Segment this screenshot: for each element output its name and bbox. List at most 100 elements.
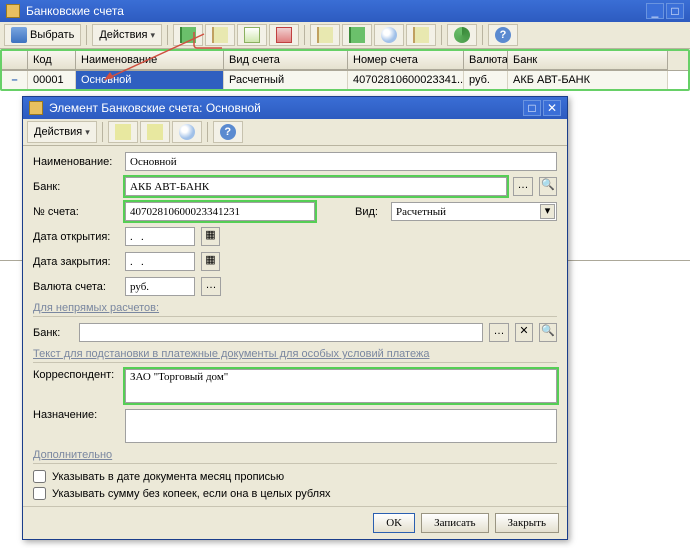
label-bank: Банк: [33, 181, 119, 193]
chk-kop[interactable] [33, 487, 46, 500]
arrow-right-icon [147, 124, 163, 140]
section-addl: Дополнительно [33, 449, 557, 464]
dialog-maximize-button[interactable]: □ [523, 100, 541, 116]
dialog-title: Элемент Банковские счета: Основной [49, 97, 261, 119]
chk-month[interactable] [33, 470, 46, 483]
cell-bank: АКБ АВТ-БАНК [508, 71, 668, 89]
col-marker[interactable] [2, 51, 28, 70]
calendar-icon[interactable]: ▦ [201, 252, 220, 271]
col-acct[interactable]: Номер счета [348, 51, 464, 70]
chk-kop-row[interactable]: Указывать сумму без копеек, если она в ц… [33, 487, 557, 500]
actions-label: Действия [99, 29, 147, 41]
col-code[interactable]: Код [28, 51, 76, 70]
dialog-titlebar: Элемент Банковские счета: Основной □ ✕ [23, 97, 567, 119]
parent-toolbar: Выбрать Действия ▾ ? [0, 22, 690, 49]
add-row-icon [180, 27, 196, 43]
tool-b-button[interactable] [342, 24, 372, 46]
add-group-button[interactable] [205, 24, 235, 46]
dialog-help-button[interactable]: ? [213, 121, 243, 143]
calendar-icon[interactable]: ▦ [201, 227, 220, 246]
cell-val: руб. [464, 71, 508, 89]
actions-dropdown[interactable]: Действия ▾ [92, 24, 162, 46]
help-icon: ? [220, 124, 236, 140]
close-button[interactable]: Закрыть [495, 513, 559, 533]
tool-a-icon [317, 27, 333, 43]
cell-acct: 40702810600023341... [348, 71, 464, 89]
prev-button[interactable] [108, 121, 138, 143]
parent-titlebar: Банковские счета _ □ [0, 0, 690, 22]
col-val[interactable]: Валюта [464, 51, 508, 70]
parent-title: Банковские счета [26, 0, 124, 22]
label-bank2: Банк: [33, 327, 73, 339]
bank-lookup-button[interactable]: … [513, 177, 533, 196]
col-name[interactable]: Наименование [76, 51, 224, 70]
tool-b-icon [349, 27, 365, 43]
col-bank[interactable]: Банк [508, 51, 668, 70]
bank2-input[interactable] [79, 323, 483, 342]
goto-icon [179, 124, 195, 140]
tool-c-button[interactable] [406, 24, 436, 46]
grid-header: Код Наименование Вид счета Номер счета В… [2, 51, 688, 71]
app-icon [6, 4, 20, 18]
add-group-icon [212, 27, 228, 43]
maximize-button[interactable]: □ [666, 3, 684, 19]
element-dialog: Элемент Банковские счета: Основной □ ✕ Д… [22, 96, 568, 540]
vid-value: Расчетный [396, 206, 446, 218]
refresh-button[interactable] [447, 24, 477, 46]
label-close-date: Дата закрытия: [33, 256, 119, 268]
separator [86, 25, 87, 45]
separator [102, 122, 103, 142]
help-button[interactable]: ? [488, 24, 518, 46]
dialog-actions-label: Действия [34, 126, 82, 138]
select-button[interactable]: Выбрать [4, 24, 81, 46]
open-date-input[interactable] [125, 227, 195, 246]
label-acct: № счета: [33, 206, 119, 218]
chevron-down-icon: ▾ [151, 30, 156, 41]
currency-input[interactable] [125, 277, 195, 296]
label-name: Наименование: [33, 156, 119, 168]
col-vid[interactable]: Вид счета [224, 51, 348, 70]
close-date-input[interactable] [125, 252, 195, 271]
section-indirect: Для непрямых расчетов: [33, 302, 557, 317]
copy-icon [244, 27, 260, 43]
separator [482, 25, 483, 45]
bank-input[interactable] [125, 177, 507, 196]
delete-icon [276, 27, 292, 43]
ok-button[interactable]: OK [373, 513, 415, 533]
arrow-left-icon [115, 124, 131, 140]
name-input[interactable] [125, 152, 557, 171]
bank-search-button[interactable]: 🔍 [539, 177, 557, 196]
label-open-date: Дата открытия: [33, 231, 119, 243]
next-button[interactable] [140, 121, 170, 143]
delete-button[interactable] [269, 24, 299, 46]
table-row[interactable]: – 00001 Основной Расчетный 4070281060002… [2, 71, 688, 89]
currency-lookup-button[interactable]: … [201, 277, 221, 296]
separator [207, 122, 208, 142]
vid-combo[interactable]: Расчетный ▾ [391, 202, 557, 221]
minimize-button[interactable]: _ [646, 3, 664, 19]
select-icon [11, 27, 27, 43]
tool-c-icon [413, 27, 429, 43]
dialog-toolbar: Действия ▾ ? [23, 119, 567, 146]
chevron-down-icon: ▾ [85, 127, 90, 138]
label-vid: Вид: [355, 206, 385, 218]
bank2-search-button[interactable]: 🔍 [539, 323, 557, 342]
copy-button[interactable] [237, 24, 267, 46]
filter-button[interactable] [374, 24, 404, 46]
bank2-lookup-button[interactable]: … [489, 323, 509, 342]
tool-a-button[interactable] [310, 24, 340, 46]
dialog-icon [29, 101, 43, 115]
row-marker-icon: – [2, 71, 28, 89]
add-row-button[interactable] [173, 24, 203, 46]
purpose-textarea[interactable] [125, 409, 557, 443]
dialog-close-button[interactable]: ✕ [543, 100, 561, 116]
write-button[interactable]: Записать [421, 513, 488, 533]
bank2-clear-button[interactable]: ✕ [515, 323, 533, 342]
goto-button[interactable] [172, 121, 202, 143]
chk-kop-label: Указывать сумму без копеек, если она в ц… [52, 488, 331, 500]
corr-textarea[interactable] [125, 369, 557, 403]
dialog-footer: OK Записать Закрыть [23, 506, 567, 539]
dialog-actions-dropdown[interactable]: Действия ▾ [27, 121, 97, 143]
account-input[interactable] [125, 202, 315, 221]
chk-month-row[interactable]: Указывать в дате документа месяц пропись… [33, 470, 557, 483]
